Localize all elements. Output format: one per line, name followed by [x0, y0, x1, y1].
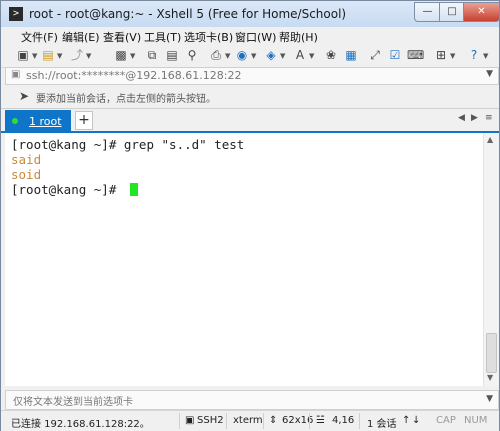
- find-icon[interactable]: ⚲: [184, 47, 200, 63]
- cursor-icon: ☱: [316, 415, 325, 426]
- session-hint-bar: ➤ 要添加当前会话，点击左侧的箭头按钮。: [1, 84, 499, 109]
- font-dropdown-icon[interactable]: ▼: [309, 52, 314, 60]
- help-dropdown-icon[interactable]: ▼: [483, 52, 488, 60]
- address-bar[interactable]: ▣ ssh://root:********@192.168.61.128:22 …: [5, 67, 499, 85]
- help-icon[interactable]: ?: [466, 47, 482, 63]
- font-icon[interactable]: A: [292, 47, 308, 63]
- scroll-down-icon[interactable]: ▼: [487, 373, 493, 382]
- status-divider: [226, 413, 227, 429]
- copy-icon[interactable]: ⧉: [144, 47, 160, 63]
- status-up-arrow-icon: ↑: [402, 415, 411, 426]
- connection-status: 已连接 192.168.61.128:22。: [11, 419, 150, 430]
- print-dropdown-icon[interactable]: ▼: [225, 52, 230, 60]
- new-session-dropdown-icon[interactable]: ▼: [32, 52, 37, 60]
- protocol-status: SSH2: [197, 415, 224, 426]
- properties-icon[interactable]: ▩: [113, 47, 129, 63]
- terminal-app-icon: >: [9, 7, 23, 21]
- prompt-text: [root@kang ~]#: [11, 182, 124, 197]
- tab-bar: 1 root + ◀ ▶ ≡: [1, 109, 499, 133]
- toolbar: ▣ ▼ ▤ ▼ ⤴ ▼ ▩ ▼ ⧉ ▤ ⚲ ⎙ ▼ ◉ ▼ ◈ ▼ A ▼ ❀ …: [1, 45, 499, 68]
- add-tab-button[interactable]: +: [75, 111, 93, 130]
- window-title: root - root@kang:~ - Xshell 5 (Free for …: [29, 7, 347, 21]
- menu-view[interactable]: 查看(V): [103, 29, 141, 45]
- terminal-prompt-line: [root@kang ~]#: [11, 182, 138, 197]
- lock-icon: ▣: [185, 415, 195, 426]
- status-divider: [263, 413, 264, 429]
- print-icon[interactable]: ⎙: [208, 47, 224, 63]
- menu-tabs[interactable]: 选项卡(B): [184, 29, 233, 45]
- vertical-scrollbar[interactable]: ▲ ▼: [483, 133, 498, 386]
- menu-window[interactable]: 窗口(W): [235, 29, 276, 45]
- tab-label: 1 root: [29, 115, 62, 128]
- title-bar[interactable]: > root - root@kang:~ - Xshell 5 (Free fo…: [1, 1, 500, 27]
- compose-dropdown-icon[interactable]: ▼: [450, 52, 455, 60]
- xagent-icon[interactable]: ▦: [343, 47, 359, 63]
- terminal-line: [root@kang ~]# grep "s..d" test: [11, 137, 245, 152]
- address-dropdown-icon[interactable]: ▼: [486, 69, 493, 79]
- send-input[interactable]: 仅将文本发送到当前选项卡: [13, 393, 133, 408]
- xftp-icon[interactable]: ❀: [323, 47, 339, 63]
- tab-root[interactable]: 1 root: [5, 110, 71, 131]
- tab-scroll-right-icon[interactable]: ▶: [471, 113, 478, 123]
- terminal-area[interactable]: [root@kang ~]# grep "s..d" test said soi…: [5, 133, 483, 386]
- cursor-position: 4,16: [332, 415, 355, 426]
- status-bar: 已连接 192.168.61.128:22。 ▣ SSH2 xterm ⇕ 62…: [1, 410, 499, 431]
- scrollbar-thumb[interactable]: [486, 333, 497, 373]
- paste-icon[interactable]: ▤: [164, 47, 180, 63]
- tab-menu-icon[interactable]: ≡: [485, 113, 493, 123]
- xshell-window: > root - root@kang:~ - Xshell 5 (Free fo…: [0, 0, 500, 431]
- maximize-button[interactable]: □: [439, 2, 465, 22]
- lock-icon: ▣: [11, 69, 21, 80]
- address-text[interactable]: ssh://root:********@192.168.61.128:22: [26, 69, 242, 82]
- fullscreen-icon[interactable]: ⤢: [367, 47, 383, 63]
- new-session-icon[interactable]: ▣: [15, 47, 31, 63]
- menu-bar: 文件(F) 编辑(E) 查看(V) 工具(T) 选项卡(B) 窗口(W) 帮助(…: [1, 27, 499, 45]
- menu-help[interactable]: 帮助(H): [279, 29, 318, 45]
- status-divider: [179, 413, 180, 429]
- status-down-arrow-icon: ↓: [412, 415, 421, 426]
- properties-dropdown-icon[interactable]: ▼: [130, 52, 135, 60]
- open-dropdown-icon[interactable]: ▼: [57, 52, 62, 60]
- tab-scroll-left-icon[interactable]: ◀: [458, 113, 465, 123]
- close-button[interactable]: ✕: [463, 2, 500, 22]
- num-lock-indicator: NUM: [464, 415, 488, 426]
- disconnect-dropdown-icon[interactable]: ▼: [86, 52, 91, 60]
- minimize-button[interactable]: —: [414, 2, 441, 22]
- terminal-output-line: soid: [11, 167, 42, 182]
- disconnect-icon[interactable]: ⤴: [69, 47, 85, 63]
- compose-icon[interactable]: ⊞: [433, 47, 449, 63]
- arrow-bookmark-icon[interactable]: ➤: [19, 89, 33, 103]
- resize-icon: ⇕: [269, 415, 278, 426]
- lock-screen-icon[interactable]: ☑: [387, 47, 403, 63]
- hint-text: 要添加当前会话，点击左侧的箭头按钮。: [36, 94, 216, 105]
- encoding-icon[interactable]: ◈: [263, 47, 279, 63]
- open-folder-icon[interactable]: ▤: [40, 47, 56, 63]
- connected-status-icon: [12, 118, 18, 124]
- encoding-dropdown-icon[interactable]: ▼: [280, 52, 285, 60]
- menu-file[interactable]: 文件(F): [21, 29, 58, 45]
- keyboard-icon[interactable]: ⌨: [407, 47, 424, 63]
- menu-edit[interactable]: 编辑(E): [62, 29, 100, 45]
- menu-tools[interactable]: 工具(T): [144, 29, 181, 45]
- caps-lock-indicator: CAP: [436, 415, 456, 426]
- globe-dropdown-icon[interactable]: ▼: [251, 52, 256, 60]
- status-divider: [359, 413, 360, 429]
- terminal-cursor: [129, 183, 138, 196]
- globe-icon[interactable]: ◉: [234, 47, 250, 63]
- send-to-tab-bar[interactable]: 仅将文本发送到当前选项卡 ▼: [5, 390, 499, 410]
- session-count: 1 会话: [367, 419, 397, 430]
- scroll-up-icon[interactable]: ▲: [487, 135, 493, 144]
- status-divider: [309, 413, 310, 429]
- terminal-output-line: said: [11, 152, 42, 167]
- terminal-type: xterm: [233, 415, 263, 426]
- send-dropdown-icon[interactable]: ▼: [486, 394, 493, 404]
